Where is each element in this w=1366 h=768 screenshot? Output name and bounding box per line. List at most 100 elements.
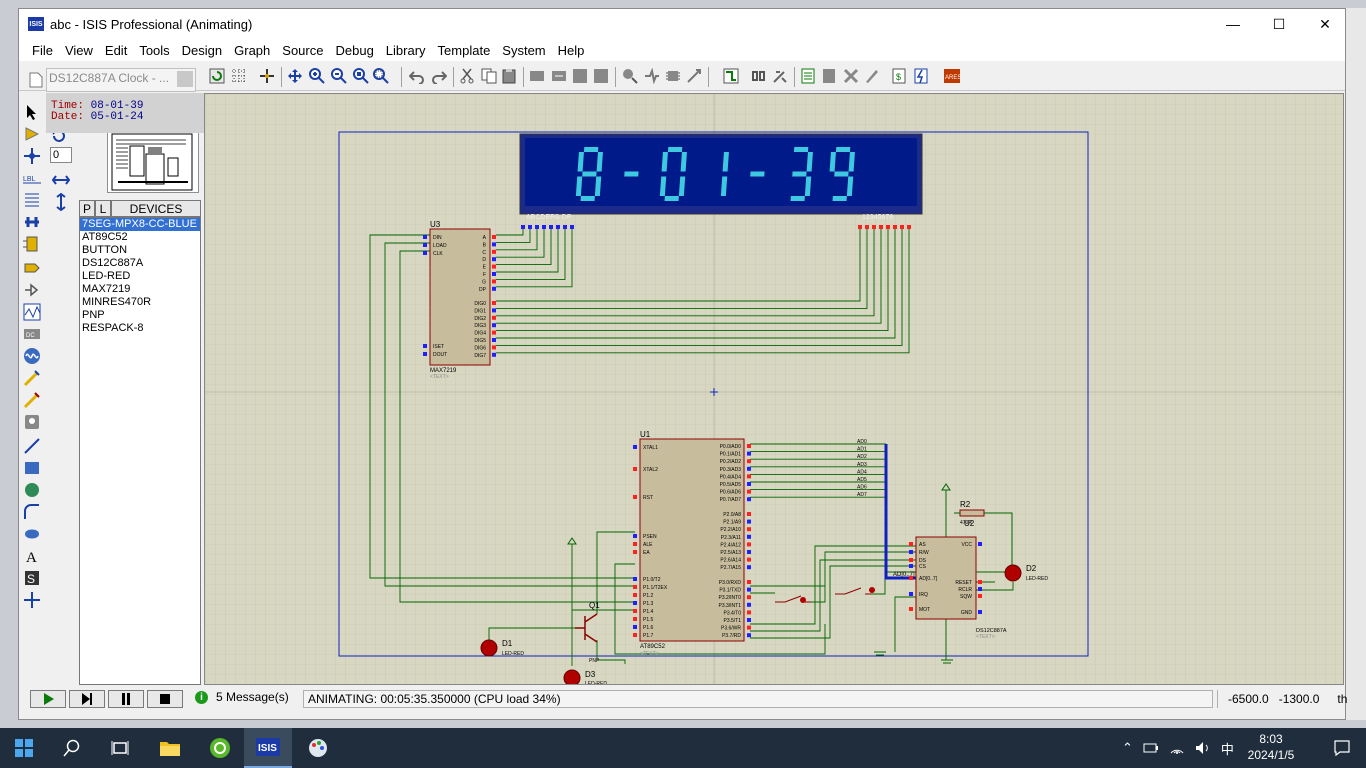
redo-icon[interactable] [431, 68, 447, 84]
messages-indicator[interactable]: i 5 Message(s) [195, 690, 289, 704]
tab-library[interactable]: L [95, 200, 111, 217]
device-item[interactable]: PNP [80, 309, 200, 322]
junction-dot-icon[interactable] [23, 147, 41, 165]
refresh-icon[interactable] [209, 68, 225, 84]
mirror-vertical-icon[interactable] [54, 193, 68, 211]
wire-label-icon[interactable]: LBL [23, 169, 41, 187]
device-item[interactable]: MAX7219 [80, 283, 200, 296]
cut-icon[interactable] [459, 68, 475, 84]
taskbar-paint[interactable] [294, 728, 342, 768]
line-2d-icon[interactable] [23, 437, 41, 455]
ime-indicator[interactable]: 中 [1221, 739, 1234, 758]
buses-icon[interactable] [23, 213, 41, 231]
menu-library[interactable]: Library [380, 43, 432, 58]
text-2d-icon[interactable]: A [23, 547, 41, 565]
schematic-canvas[interactable]: ABCDEFG DP 12345678 U3 MAX7219 <TEXT> DI… [204, 93, 1344, 685]
wire-autorouter-icon[interactable] [723, 68, 739, 84]
arc-2d-icon[interactable] [23, 503, 41, 521]
block-delete-icon[interactable] [593, 68, 609, 84]
menu-source[interactable]: Source [276, 43, 329, 58]
block-rotate-icon[interactable] [572, 68, 588, 84]
menu-edit[interactable]: Edit [99, 43, 133, 58]
menu-design[interactable]: Design [176, 43, 228, 58]
popup-close-icon[interactable] [177, 71, 193, 87]
zoom-all-icon[interactable] [353, 68, 369, 84]
start-button[interactable] [0, 728, 48, 768]
zoom-out-icon[interactable] [331, 68, 347, 84]
erc-icon[interactable] [843, 68, 859, 84]
device-item[interactable]: MINRES470R [80, 296, 200, 309]
volume-icon[interactable] [1195, 741, 1211, 755]
device-item[interactable]: DS12C887A [80, 257, 200, 270]
path-2d-icon[interactable] [23, 525, 41, 543]
generator-icon[interactable] [23, 347, 41, 365]
device-item[interactable]: RESPACK-8 [80, 322, 200, 335]
task-view-button[interactable] [96, 728, 144, 768]
search-button[interactable] [48, 728, 96, 768]
origin-icon[interactable] [259, 68, 275, 84]
menu-system[interactable]: System [496, 43, 551, 58]
virtual-instruments-icon[interactable] [23, 413, 41, 431]
clock[interactable]: 8:03 2024/1/5 [1238, 731, 1304, 763]
property-tool-icon[interactable] [772, 68, 788, 84]
symbol-2d-icon[interactable]: S [23, 569, 41, 587]
battery-icon[interactable] [1143, 742, 1159, 754]
search-tag-icon[interactable] [751, 68, 767, 84]
zoom-in-icon[interactable] [309, 68, 325, 84]
current-probe-icon[interactable] [23, 391, 41, 409]
netlist-icon[interactable] [821, 68, 837, 84]
copy-icon[interactable] [481, 68, 497, 84]
device-pins-icon[interactable] [23, 281, 41, 299]
make-device-icon[interactable] [644, 68, 660, 84]
circle-2d-icon[interactable] [23, 481, 41, 499]
notification-button[interactable] [1318, 728, 1366, 768]
taskbar-browser[interactable] [196, 728, 244, 768]
tape-recorder-icon[interactable]: DC [23, 325, 41, 343]
stop-button[interactable] [147, 690, 183, 708]
pick-device-icon[interactable] [622, 68, 638, 84]
device-item[interactable]: 7SEG-MPX8-CC-BLUE [80, 218, 200, 231]
step-button[interactable] [69, 690, 105, 708]
play-button[interactable] [30, 690, 66, 708]
menu-graph[interactable]: Graph [228, 43, 276, 58]
terminals-icon[interactable] [23, 259, 41, 277]
network-icon[interactable] [1169, 741, 1185, 755]
menu-tools[interactable]: Tools [133, 43, 175, 58]
new-file-icon[interactable] [29, 72, 43, 88]
pause-button[interactable] [108, 690, 144, 708]
seven-segment-display[interactable]: ABCDEFG DP 12345678 [519, 133, 923, 221]
title-bar[interactable]: ISIS abc - ISIS Professional (Animating)… [19, 9, 1345, 39]
bom-icon[interactable] [800, 68, 816, 84]
maximize-button[interactable]: ☐ [1256, 9, 1302, 39]
u1-at89c52[interactable]: U1 AT89C52 <TEXT> XTAL1 XTAL2 RST PSEN ALE EA… [633, 430, 751, 657]
tab-pick-devices[interactable]: P [79, 200, 95, 217]
device-list[interactable]: 7SEG-MPX8-CC-BLUE AT89C52 BUTTON DS12C88… [79, 217, 201, 685]
chevron-up-icon[interactable]: ⌃ [1122, 740, 1133, 756]
u3-max7219[interactable]: U3 MAX7219 <TEXT> DINLOADCLKISETDOUTABCD… [423, 220, 496, 380]
taskbar-file-explorer[interactable] [146, 728, 194, 768]
undo-icon[interactable] [409, 68, 425, 84]
voltage-probe-icon[interactable] [23, 369, 41, 387]
device-item[interactable]: BUTTON [80, 244, 200, 257]
subcircuit-icon[interactable] [23, 235, 41, 253]
device-item[interactable]: LED-RED [80, 270, 200, 283]
ares-icon[interactable]: ARES [944, 68, 960, 84]
bill-of-materials-icon[interactable]: $ [891, 68, 907, 84]
menu-debug[interactable]: Debug [329, 43, 379, 58]
selection-mode-icon[interactable] [23, 103, 41, 121]
decompose-icon[interactable] [686, 68, 702, 84]
component-mode-icon[interactable] [23, 125, 41, 143]
menu-file[interactable]: File [26, 43, 59, 58]
text-script-icon[interactable] [23, 191, 41, 209]
block-move-icon[interactable] [551, 68, 567, 84]
graph-mode-icon[interactable] [23, 303, 41, 321]
menu-view[interactable]: View [59, 43, 99, 58]
close-button[interactable]: ✕ [1302, 9, 1348, 39]
menu-help[interactable]: Help [552, 43, 591, 58]
component-popup-header[interactable]: DS12C887A Clock - ... [29, 68, 196, 92]
paste-icon[interactable] [501, 68, 517, 84]
package-tool-icon[interactable] [665, 68, 681, 84]
simulation-icon[interactable] [913, 68, 929, 84]
mirror-horizontal-icon[interactable] [52, 173, 70, 187]
design-explorer-icon[interactable] [864, 68, 880, 84]
